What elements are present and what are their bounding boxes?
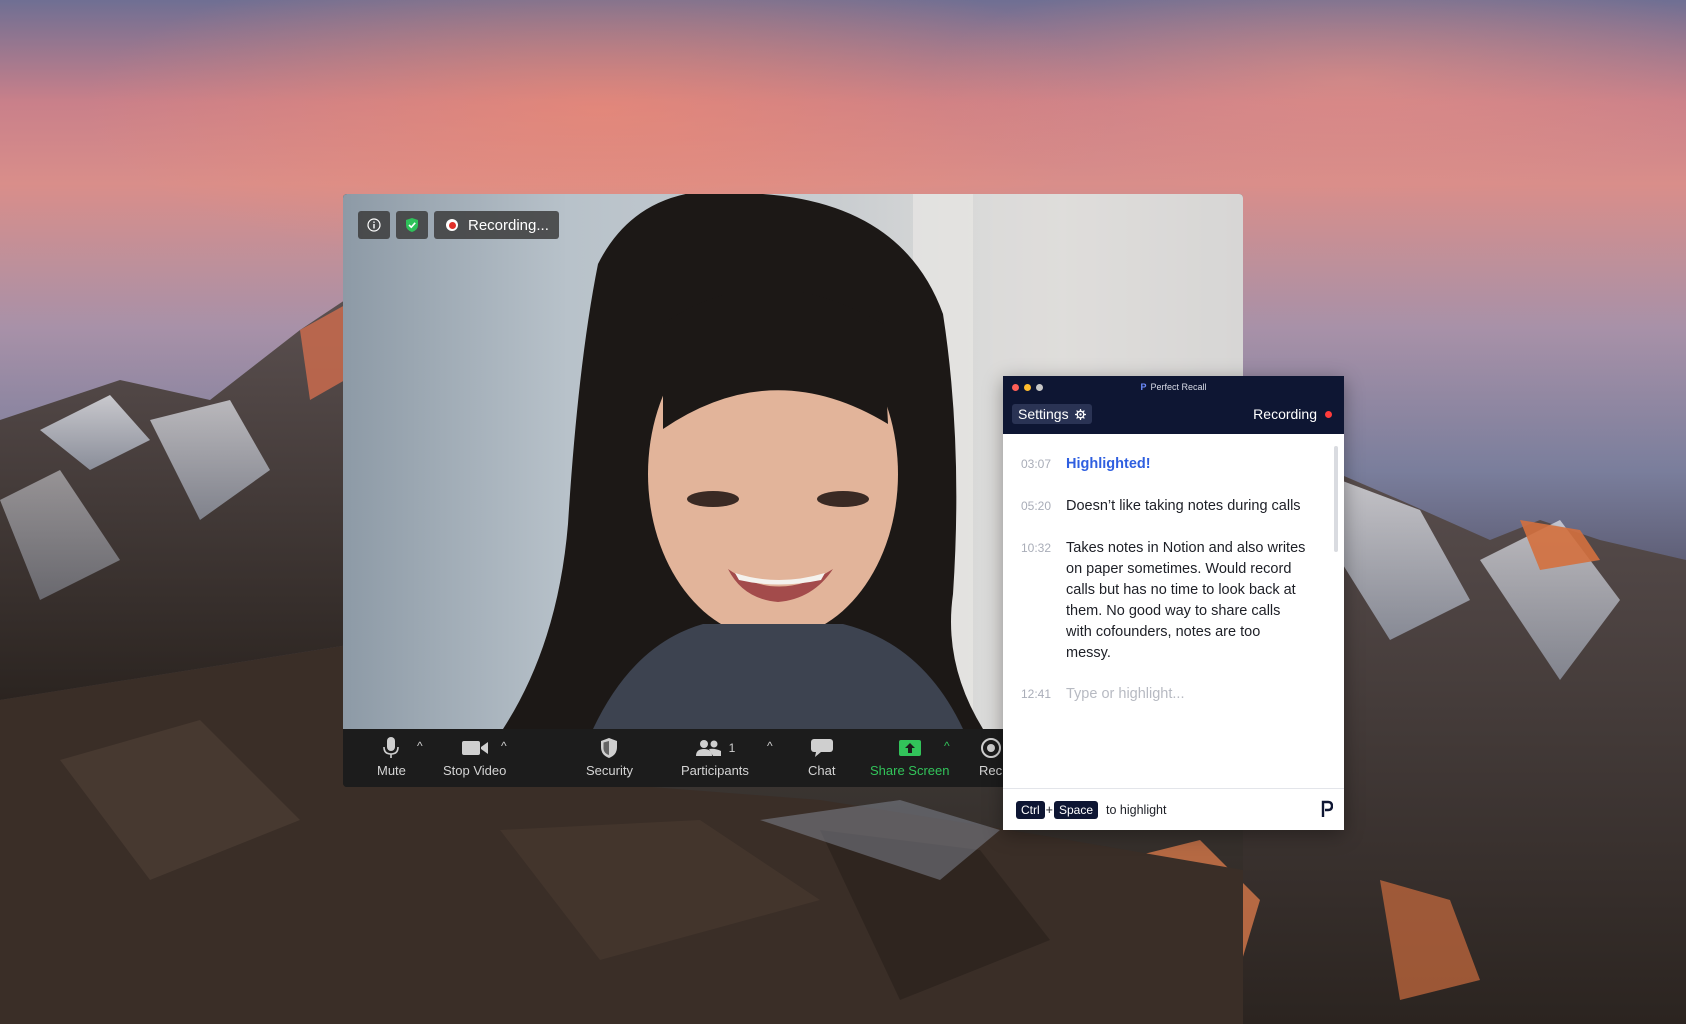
recording-badge[interactable]: Recording... <box>434 211 559 239</box>
note-input[interactable]: Type or highlight... <box>1066 684 1306 705</box>
window-title: P Perfect Recall <box>1003 382 1344 392</box>
note-timestamp: 05:20 <box>1021 499 1052 513</box>
notes-scrollbar[interactable] <box>1334 446 1338 552</box>
notes-list: 03:07 Highlighted! 05:20 Doesn’t like ta… <box>1003 434 1344 764</box>
security-label: Security <box>586 763 633 778</box>
microphone-icon <box>382 735 400 761</box>
stop-video-button[interactable]: Stop Video <box>443 735 506 778</box>
participants-options-chevron-up-icon[interactable]: ^ <box>767 739 773 753</box>
record-icon <box>980 735 1002 761</box>
chat-label: Chat <box>808 763 836 778</box>
highlight-shortcut-bar: Ctrl + Space to highlight <box>1003 788 1344 830</box>
note-timestamp: 12:41 <box>1021 687 1052 701</box>
meeting-info-icon[interactable] <box>358 211 390 239</box>
chat-bubble-icon <box>810 735 834 761</box>
perfect-recall-window: P Perfect Recall Settings Recording 03:07… <box>1003 376 1344 830</box>
participants-label: Participants <box>681 763 749 778</box>
recording-badge-label: Recording... <box>468 216 549 234</box>
perfect-recall-logo-icon <box>1321 800 1333 817</box>
security-button[interactable]: Security <box>586 735 633 778</box>
settings-label: Settings <box>1018 406 1069 422</box>
settings-button[interactable]: Settings <box>1012 404 1092 424</box>
video-camera-icon <box>461 735 489 761</box>
ctrl-key: Ctrl <box>1016 800 1045 819</box>
record-label: Rec <box>979 763 1003 778</box>
security-shield-icon <box>600 735 618 761</box>
perfect-recall-titlebar: P Perfect Recall <box>1003 376 1344 400</box>
note-timestamp: 03:07 <box>1021 457 1052 471</box>
share-screen-label: Share Screen <box>870 763 950 778</box>
participants-count: 1 <box>728 741 736 755</box>
participants-icon: 1 <box>695 735 736 761</box>
window-title-label: Perfect Recall <box>1150 382 1207 392</box>
share-screen-button[interactable]: Share Screen <box>870 735 950 778</box>
share-options-chevron-up-icon[interactable]: ^ <box>944 739 950 753</box>
participants-button[interactable]: 1 Participants <box>681 735 749 778</box>
stop-video-label: Stop Video <box>443 763 507 778</box>
encryption-shield-icon[interactable] <box>396 211 428 239</box>
shortcut-hint: to highlight <box>1106 802 1167 817</box>
perfect-recall-header: Settings Recording <box>1003 400 1344 434</box>
note-text: Doesn’t like taking notes during calls <box>1066 498 1301 514</box>
note-text-highlighted: Highlighted! <box>1066 456 1151 472</box>
recording-status: Recording <box>1253 406 1332 422</box>
note-item[interactable]: 05:20 Doesn’t like taking notes during c… <box>1003 496 1344 517</box>
space-key: Space <box>1053 800 1099 819</box>
note-item[interactable]: 03:07 Highlighted! <box>1003 454 1344 475</box>
share-screen-arrow-icon <box>898 735 922 761</box>
perfect-recall-logo-icon: P <box>1140 382 1147 392</box>
gear-icon <box>1074 408 1086 420</box>
record-dot-icon <box>446 219 458 231</box>
chat-button[interactable]: Chat <box>808 735 835 778</box>
mute-button[interactable]: Mute <box>377 735 406 778</box>
note-input-row[interactable]: 12:41 Type or highlight... <box>1003 684 1344 705</box>
recording-status-label: Recording <box>1253 406 1317 422</box>
mute-label: Mute <box>377 763 406 778</box>
note-timestamp: 10:32 <box>1021 541 1052 555</box>
note-item[interactable]: 10:32 Takes notes in Notion and also wri… <box>1003 538 1344 664</box>
plus-sign: + <box>1045 802 1053 817</box>
record-button[interactable]: Rec <box>979 735 1002 778</box>
audio-options-chevron-up-icon[interactable]: ^ <box>417 739 423 753</box>
note-text: Takes notes in Notion and also writes on… <box>1066 540 1306 661</box>
video-options-chevron-up-icon[interactable]: ^ <box>501 739 507 753</box>
